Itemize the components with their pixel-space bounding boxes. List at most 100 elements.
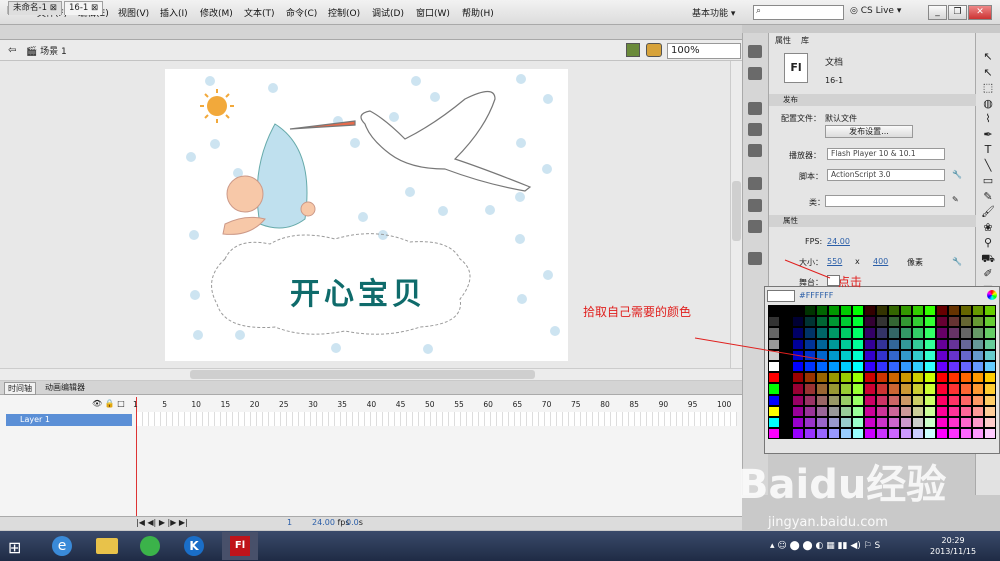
- eyedropper-icon[interactable]: ✐: [981, 267, 995, 281]
- color-swatch[interactable]: [864, 361, 876, 373]
- color-swatch[interactable]: [852, 428, 864, 440]
- color-swatch[interactable]: [912, 316, 924, 328]
- color-swatch[interactable]: [888, 394, 900, 406]
- color-swatch[interactable]: [972, 305, 984, 317]
- rectangle-tool-icon[interactable]: ▭: [981, 174, 995, 188]
- color-swatch[interactable]: [924, 316, 936, 328]
- color-swatch[interactable]: [948, 428, 960, 440]
- color-swatch[interactable]: [864, 405, 876, 417]
- color-swatch[interactable]: [840, 372, 852, 384]
- color-swatch[interactable]: [936, 417, 948, 429]
- color-swatch[interactable]: [804, 383, 816, 395]
- browser-icon[interactable]: [132, 532, 168, 560]
- current-frame[interactable]: 1: [287, 518, 292, 527]
- 3d-rotation-icon[interactable]: ◍: [981, 97, 995, 111]
- color-swatch[interactable]: [948, 361, 960, 373]
- color-swatch[interactable]: [780, 383, 792, 395]
- color-swatch[interactable]: [912, 361, 924, 373]
- color-swatch[interactable]: [864, 349, 876, 361]
- color-swatch[interactable]: [888, 361, 900, 373]
- brush-tool-icon[interactable]: 🖌: [981, 205, 995, 219]
- selection-tool-icon[interactable]: ↖: [981, 50, 995, 64]
- color-swatch[interactable]: [948, 372, 960, 384]
- color-swatch[interactable]: [864, 428, 876, 440]
- color-swatch[interactable]: [960, 327, 972, 339]
- color-swatch[interactable]: [852, 372, 864, 384]
- last-frame-icon[interactable]: ▶|: [179, 518, 188, 527]
- color-swatch[interactable]: [924, 405, 936, 417]
- color-swatch[interactable]: [840, 417, 852, 429]
- color-swatch[interactable]: [876, 305, 888, 317]
- color-swatch[interactable]: [804, 372, 816, 384]
- color-swatch[interactable]: [792, 405, 804, 417]
- color-swatch[interactable]: [816, 372, 828, 384]
- color-swatch[interactable]: [936, 349, 948, 361]
- wrench-icon[interactable]: 🔧: [952, 170, 962, 179]
- color-swatch[interactable]: [924, 394, 936, 406]
- restore-button[interactable]: ❐: [948, 5, 967, 20]
- color-swatch[interactable]: [864, 383, 876, 395]
- menu-window[interactable]: 窗口(W): [416, 6, 450, 19]
- scroll-thumb[interactable]: [190, 370, 535, 379]
- color-swatch[interactable]: [852, 405, 864, 417]
- pencil-icon[interactable]: ✎: [952, 195, 959, 204]
- color-swatch[interactable]: [912, 305, 924, 317]
- color-swatch[interactable]: [840, 394, 852, 406]
- color-swatch[interactable]: [972, 349, 984, 361]
- swatches-icon[interactable]: [748, 45, 762, 58]
- color-swatch[interactable]: [912, 349, 924, 361]
- color-swatch[interactable]: [984, 316, 996, 328]
- color-swatch[interactable]: [960, 305, 972, 317]
- color-swatch[interactable]: [780, 394, 792, 406]
- color-swatch[interactable]: [900, 338, 912, 350]
- color-swatch[interactable]: [768, 383, 780, 395]
- color-swatch[interactable]: [828, 405, 840, 417]
- color-swatch[interactable]: [804, 428, 816, 440]
- color-swatch[interactable]: [960, 372, 972, 384]
- clock[interactable]: 20:29 2013/11/15: [930, 535, 976, 557]
- color-swatch[interactable]: [792, 372, 804, 384]
- color-swatch[interactable]: [936, 338, 948, 350]
- text-tool-icon[interactable]: T: [981, 143, 995, 157]
- color-swatch[interactable]: [876, 338, 888, 350]
- wrench-icon[interactable]: 🔧: [952, 257, 962, 266]
- color-swatch[interactable]: [828, 372, 840, 384]
- time-readout[interactable]: 0.0s: [346, 518, 363, 527]
- cs-live-button[interactable]: ◎ CS Live ▾: [850, 6, 901, 16]
- color-swatch[interactable]: [972, 417, 984, 429]
- color-swatch[interactable]: [960, 338, 972, 350]
- color-swatch[interactable]: [924, 305, 936, 317]
- color-swatch[interactable]: [768, 417, 780, 429]
- color-swatch[interactable]: [912, 338, 924, 350]
- color-swatch[interactable]: [852, 361, 864, 373]
- script-select[interactable]: ActionScript 3.0: [827, 169, 945, 181]
- color-swatch[interactable]: [780, 372, 792, 384]
- color-swatch[interactable]: [972, 383, 984, 395]
- color-swatch[interactable]: [852, 305, 864, 317]
- free-transform-icon[interactable]: ⬚: [981, 81, 995, 95]
- color-wheel-icon[interactable]: [987, 290, 997, 300]
- explorer-icon[interactable]: [88, 532, 124, 560]
- color-swatch[interactable]: [876, 372, 888, 384]
- color-swatch[interactable]: [816, 428, 828, 440]
- color-swatch[interactable]: [936, 305, 948, 317]
- color-swatch[interactable]: [852, 327, 864, 339]
- color-swatch[interactable]: [900, 327, 912, 339]
- minimize-button[interactable]: _: [928, 5, 947, 20]
- color-swatch[interactable]: [876, 405, 888, 417]
- color-swatch[interactable]: [900, 383, 912, 395]
- first-frame-icon[interactable]: |◀: [136, 518, 145, 527]
- bone-tool-icon[interactable]: ⚲: [981, 236, 995, 250]
- color-swatch[interactable]: [912, 405, 924, 417]
- color-swatch[interactable]: [984, 327, 996, 339]
- color-swatch[interactable]: [972, 316, 984, 328]
- color-swatch[interactable]: [780, 428, 792, 440]
- color-swatch[interactable]: [912, 394, 924, 406]
- color-swatch[interactable]: [924, 349, 936, 361]
- color-swatch[interactable]: [984, 338, 996, 350]
- color-swatch[interactable]: [924, 338, 936, 350]
- color-swatch[interactable]: [828, 383, 840, 395]
- color-swatch[interactable]: [900, 372, 912, 384]
- color-swatch[interactable]: [960, 349, 972, 361]
- help-search-input[interactable]: ⌕: [753, 5, 844, 20]
